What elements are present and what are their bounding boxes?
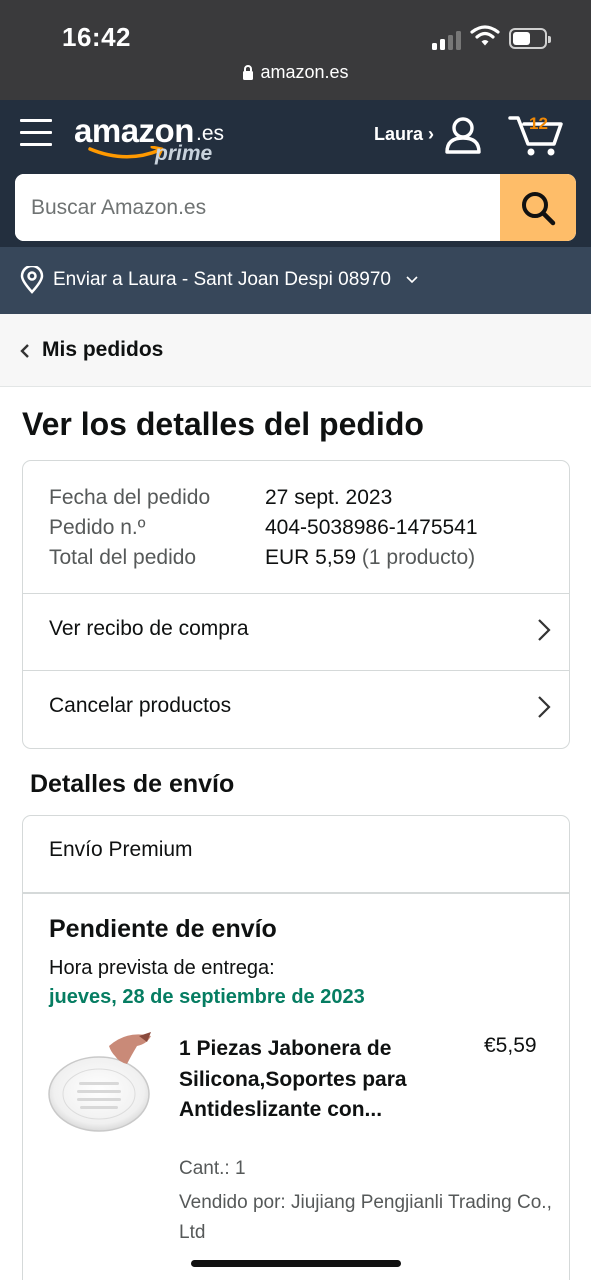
eta-date: jueves, 28 de septiembre de 2023 xyxy=(49,986,365,1008)
page-title: Ver los detalles del pedido xyxy=(22,406,424,442)
logo-prime: prime xyxy=(155,142,213,165)
view-receipt-row[interactable]: Ver recibo de compra xyxy=(23,593,569,670)
order-summary-card: Fecha del pedido 27 sept. 2023 Pedido n.… xyxy=(22,460,570,749)
lock-icon xyxy=(242,64,254,85)
wifi-icon xyxy=(470,24,500,53)
order-number-value: 404-5038986-1475541 xyxy=(265,516,478,539)
home-indicator[interactable] xyxy=(191,1260,401,1267)
search-input[interactable] xyxy=(15,174,501,241)
breadcrumb-my-orders: Mis pedidos xyxy=(42,338,164,361)
menu-icon[interactable] xyxy=(20,119,52,147)
chevron-right-icon xyxy=(538,619,551,641)
order-number-label: Pedido n.º xyxy=(49,516,146,539)
user-icon[interactable] xyxy=(444,116,482,159)
eta-label: Hora prevista de entrega: xyxy=(49,957,275,979)
status-bar: 16:42 amazon.es xyxy=(0,0,591,100)
shipping-details-heading: Detalles de envío xyxy=(30,770,235,798)
cancel-items-label: Cancelar productos xyxy=(49,694,232,717)
product-title-link[interactable]: 1 Piezas Jabonera de Silicona,Soportes p… xyxy=(179,1034,429,1126)
account-link[interactable]: Laura › xyxy=(374,124,434,145)
product-image[interactable] xyxy=(47,1030,157,1142)
chevron-right-icon xyxy=(538,696,551,718)
deliver-to-bar[interactable]: Enviar a Laura - Sant Joan Despi 08970 xyxy=(0,247,591,314)
battery-icon xyxy=(509,28,551,49)
deliver-to-text: Enviar a Laura - Sant Joan Despi 08970 xyxy=(53,269,391,290)
chevron-left-icon xyxy=(20,344,29,358)
search-button[interactable] xyxy=(500,174,576,241)
url-bar[interactable]: amazon.es xyxy=(0,62,591,85)
search-icon xyxy=(522,192,556,226)
order-date-label: Fecha del pedido xyxy=(49,486,211,509)
order-item-count: (1 producto) xyxy=(361,546,476,569)
search-bar xyxy=(15,174,576,241)
chevron-down-icon xyxy=(406,276,418,284)
cancel-items-row[interactable]: Cancelar productos xyxy=(23,670,569,747)
breadcrumb[interactable]: Mis pedidos xyxy=(0,314,591,387)
location-pin-icon xyxy=(20,266,44,294)
cart-count-badge: 12 xyxy=(529,114,548,133)
cellular-signal-icon xyxy=(432,30,464,50)
shipment-card: Envío Premium Pendiente de envío Hora pr… xyxy=(22,815,570,1280)
site-header: amazon .es prime Laura › 12 xyxy=(0,100,591,247)
url-text: amazon.es xyxy=(260,62,349,82)
shipment-status: Pendiente de envío xyxy=(49,915,277,943)
status-time: 16:42 xyxy=(62,22,131,52)
product-seller: Vendido por: Jiujiang Pengjianli Trading… xyxy=(179,1192,552,1243)
product-price: €5,59 xyxy=(484,1034,537,1057)
divider xyxy=(23,892,569,894)
product-quantity: Cant.: 1 xyxy=(179,1158,246,1179)
order-total-label: Total del pedido xyxy=(49,546,197,569)
order-date-value: 27 sept. 2023 xyxy=(265,486,393,509)
order-total-amount: EUR 5,59 xyxy=(265,546,357,569)
amazon-prime-logo[interactable]: amazon .es prime xyxy=(74,110,224,170)
order-total-value: EUR 5,59 (1 producto) xyxy=(265,543,475,573)
view-receipt-label: Ver recibo de compra xyxy=(49,617,249,640)
cart-icon[interactable]: 12 xyxy=(508,112,566,158)
shipping-type: Envío Premium xyxy=(49,838,193,861)
